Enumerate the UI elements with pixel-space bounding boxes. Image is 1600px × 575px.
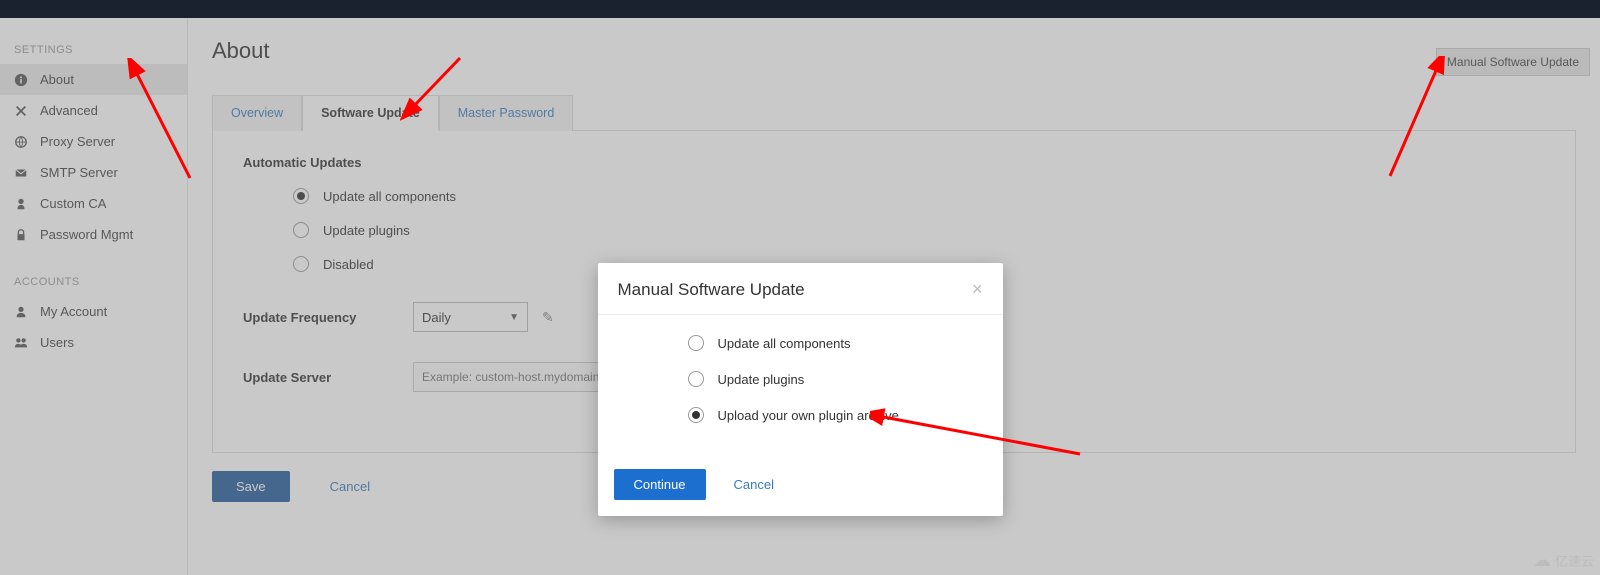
modal-footer: Continue Cancel <box>598 457 1003 516</box>
modal-radio-update-plugins[interactable]: Update plugins <box>688 371 973 387</box>
modal-backdrop[interactable]: Manual Software Update × Update all comp… <box>0 18 1600 575</box>
radio-label: Upload your own plugin archive <box>718 408 899 423</box>
modal-title: Manual Software Update <box>618 280 805 300</box>
top-bar <box>0 0 1600 18</box>
watermark: ☁ 亿速云 <box>1533 550 1594 571</box>
watermark-text: 亿速云 <box>1555 551 1594 570</box>
manual-update-modal: Manual Software Update × Update all comp… <box>598 263 1003 516</box>
modal-header: Manual Software Update × <box>598 263 1003 315</box>
cloud-icon: ☁ <box>1533 550 1551 571</box>
modal-cancel-link[interactable]: Cancel <box>734 477 774 492</box>
modal-radio-update-all[interactable]: Update all components <box>688 335 973 351</box>
close-icon[interactable]: × <box>972 279 983 300</box>
radio-icon <box>688 407 704 423</box>
main-layout: SETTINGS About Advanced Proxy Server SMT… <box>0 18 1600 575</box>
continue-button[interactable]: Continue <box>614 469 706 500</box>
modal-body: Update all components Update plugins Upl… <box>598 315 1003 457</box>
radio-label: Update plugins <box>718 372 805 387</box>
radio-icon <box>688 371 704 387</box>
modal-radio-upload-archive[interactable]: Upload your own plugin archive <box>688 407 973 423</box>
radio-icon <box>688 335 704 351</box>
radio-label: Update all components <box>718 336 851 351</box>
